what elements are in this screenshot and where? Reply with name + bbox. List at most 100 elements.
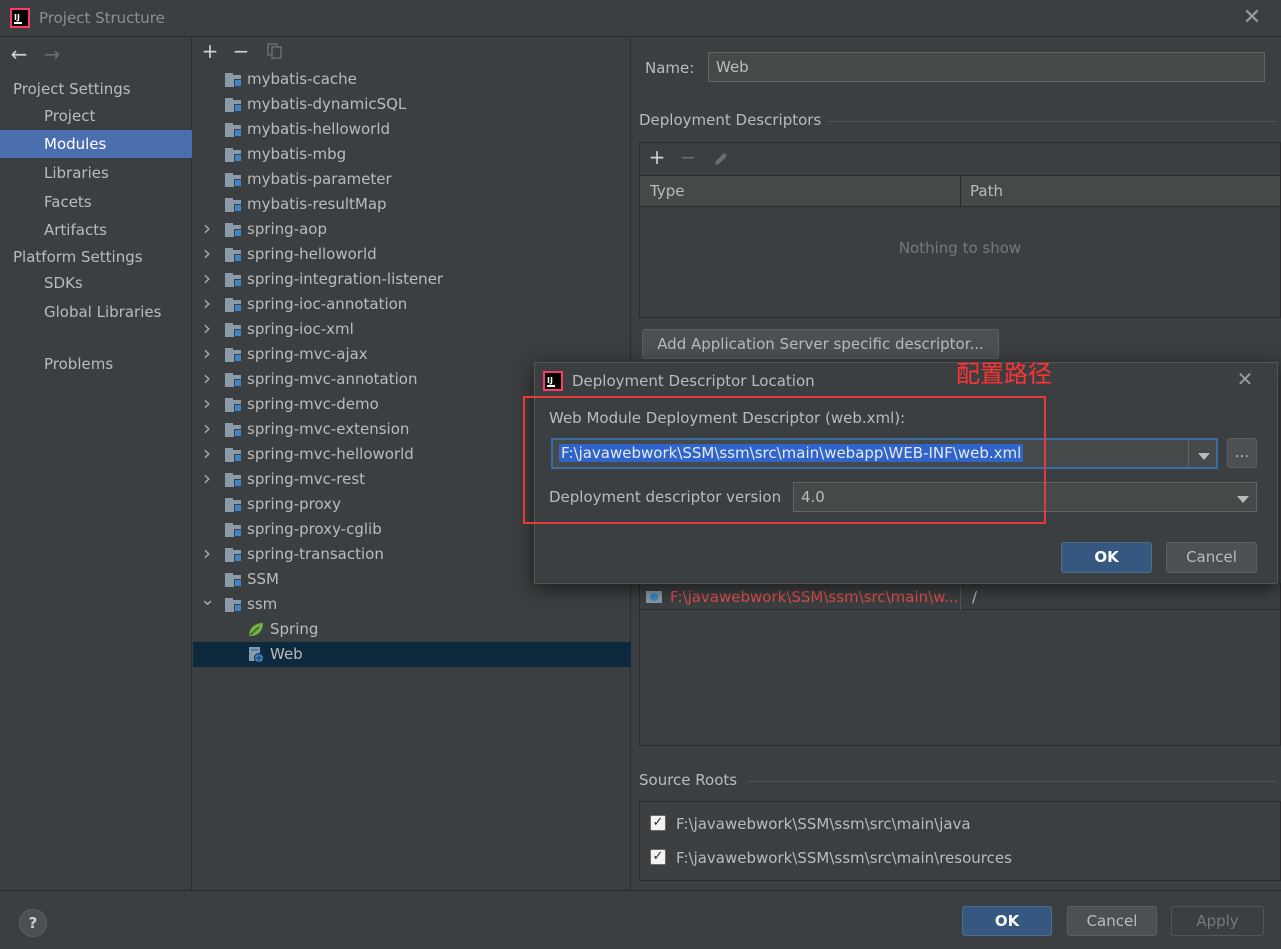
table-header: Type Path <box>640 175 1280 207</box>
chevron-right-icon[interactable]: › <box>200 267 214 292</box>
nav-item-project[interactable]: Project <box>0 102 192 130</box>
dialog-cancel-button[interactable]: Cancel <box>1166 542 1257 573</box>
tree-row[interactable]: mybatis-mbg <box>193 142 631 167</box>
table-row[interactable]: F:\javawebwork\SSM\ssm\src\main\w... / <box>640 586 1280 610</box>
svg-text:IJ: IJ <box>547 376 553 385</box>
nav-item-artifacts[interactable]: Artifacts <box>0 216 192 244</box>
chevron-right-icon[interactable]: › <box>200 367 214 392</box>
close-icon[interactable]: ✕ <box>1240 6 1264 30</box>
annotation-note: 配置路径 <box>956 360 1052 388</box>
add-descriptor-icon[interactable]: + <box>646 146 668 168</box>
tree-row[interactable]: mybatis-parameter <box>193 167 631 192</box>
group-separator <box>747 781 1277 782</box>
tree-row-label: SSM <box>247 570 279 588</box>
remove-icon[interactable]: − <box>230 40 252 62</box>
chevron-right-icon[interactable]: › <box>200 392 214 417</box>
module-folder-icon <box>225 598 243 612</box>
source-root-checkbox[interactable]: ✓ <box>650 815 666 831</box>
chevron-right-icon[interactable]: › <box>200 542 214 567</box>
chevron-down-icon[interactable]: ⌄ <box>200 591 215 617</box>
source-roots-title: Source Roots <box>639 771 738 789</box>
module-folder-icon <box>225 423 243 437</box>
tree-row-facet[interactable]: Spring <box>193 617 631 642</box>
tree-row-label: Web <box>270 645 303 663</box>
nav-item-modules[interactable]: Modules <box>0 130 192 158</box>
tree-row-label: spring-helloworld <box>247 245 377 263</box>
module-folder-icon <box>225 473 243 487</box>
nav-item-libraries[interactable]: Libraries <box>0 159 192 187</box>
edit-icon[interactable] <box>712 150 730 168</box>
nav-item-facets[interactable]: Facets <box>0 188 192 216</box>
svg-text:IJ: IJ <box>14 13 20 22</box>
module-folder-icon <box>225 73 243 87</box>
add-icon[interactable]: + <box>199 40 221 62</box>
tree-row[interactable]: › spring-helloworld <box>193 242 631 267</box>
apply-button[interactable]: Apply <box>1171 906 1264 936</box>
annotation-highlight-box <box>523 396 1046 524</box>
help-icon[interactable]: ? <box>19 909 47 937</box>
tree-row[interactable]: › spring-ioc-annotation <box>193 292 631 317</box>
close-icon[interactable]: ✕ <box>1233 367 1257 391</box>
tree-row-label: spring-ioc-xml <box>247 320 354 338</box>
chevron-right-icon[interactable]: › <box>200 467 214 492</box>
section-platform-settings: Platform Settings <box>13 248 143 266</box>
tree-row[interactable]: ⌄ ssm <box>193 591 631 617</box>
chevron-right-icon[interactable]: › <box>200 242 214 267</box>
section-project-settings: Project Settings <box>13 80 131 98</box>
tree-row[interactable]: mybatis-resultMap <box>193 192 631 217</box>
chevron-down-icon[interactable] <box>1228 483 1256 511</box>
cancel-button[interactable]: Cancel <box>1067 906 1157 936</box>
source-roots-list: ✓ F:\javawebwork\SSM\ssm\src\main\java ✓… <box>639 801 1281 881</box>
column-path[interactable]: Path <box>970 182 1003 200</box>
name-label: Name: <box>645 59 695 77</box>
source-root-checkbox[interactable]: ✓ <box>650 849 666 865</box>
source-root-path: F:\javawebwork\SSM\ssm\src\main\resource… <box>676 849 1012 867</box>
arrow-right-icon[interactable]: → <box>40 42 64 66</box>
chevron-right-icon[interactable]: › <box>200 342 214 367</box>
chevron-down-icon[interactable] <box>1188 440 1216 467</box>
module-folder-icon <box>225 548 243 562</box>
tree-row-label: mybatis-resultMap <box>247 195 387 213</box>
chevron-right-icon[interactable]: › <box>200 442 214 467</box>
column-divider <box>960 586 961 610</box>
module-folder-icon <box>225 298 243 312</box>
nav-item-problems[interactable]: Problems <box>0 350 192 378</box>
tree-row[interactable]: › spring-integration-listener <box>193 267 631 292</box>
tree-row[interactable]: mybatis-dynamicSQL <box>193 92 631 117</box>
tree-row[interactable]: mybatis-helloworld <box>193 117 631 142</box>
module-folder-icon <box>225 573 243 587</box>
web-resource-path: F:\javawebwork\SSM\ssm\src\main\w... <box>670 588 959 606</box>
tree-row[interactable]: › spring-ioc-xml <box>193 317 631 342</box>
chevron-right-icon[interactable]: › <box>200 317 214 342</box>
tree-row-label: spring-mvc-ajax <box>247 345 368 363</box>
tree-row-label: Spring <box>270 620 319 638</box>
descriptors-table: + − Type Path Nothing to show <box>639 142 1281 318</box>
tree-row[interactable]: › spring-aop <box>193 217 631 242</box>
module-folder-icon <box>225 273 243 287</box>
nav-item-global-libraries[interactable]: Global Libraries <box>0 298 192 326</box>
copy-icon[interactable] <box>267 43 283 59</box>
name-field[interactable]: Web <box>708 52 1265 82</box>
tree-row-label: mybatis-helloworld <box>247 120 391 138</box>
intellij-logo-icon: IJ <box>543 371 563 391</box>
group-separator <box>827 121 1277 122</box>
dialog-ok-button[interactable]: OK <box>1061 542 1152 573</box>
chevron-right-icon[interactable]: › <box>200 417 214 442</box>
tree-row-facet[interactable]: Web <box>193 642 631 667</box>
arrow-left-icon[interactable]: ← <box>7 42 31 66</box>
tree-row-label: spring-mvc-demo <box>247 395 379 413</box>
tree-row-label: ssm <box>247 595 278 613</box>
nav-item-sdks[interactable]: SDKs <box>0 269 192 297</box>
remove-descriptor-icon[interactable]: − <box>677 146 699 168</box>
tree-row-label: spring-proxy-cglib <box>247 520 382 538</box>
column-type[interactable]: Type <box>650 182 684 200</box>
browse-button[interactable]: ... <box>1227 438 1257 468</box>
web-facet-icon <box>249 647 264 663</box>
add-server-descriptor-button[interactable]: Add Application Server specific descript… <box>642 329 999 359</box>
chevron-right-icon[interactable]: › <box>200 217 214 242</box>
ok-button[interactable]: OK <box>962 906 1052 936</box>
module-folder-icon <box>225 523 243 537</box>
tree-row[interactable]: mybatis-cache <box>193 67 631 92</box>
chevron-right-icon[interactable]: › <box>200 292 214 317</box>
web-resource-relative: / <box>972 588 978 606</box>
